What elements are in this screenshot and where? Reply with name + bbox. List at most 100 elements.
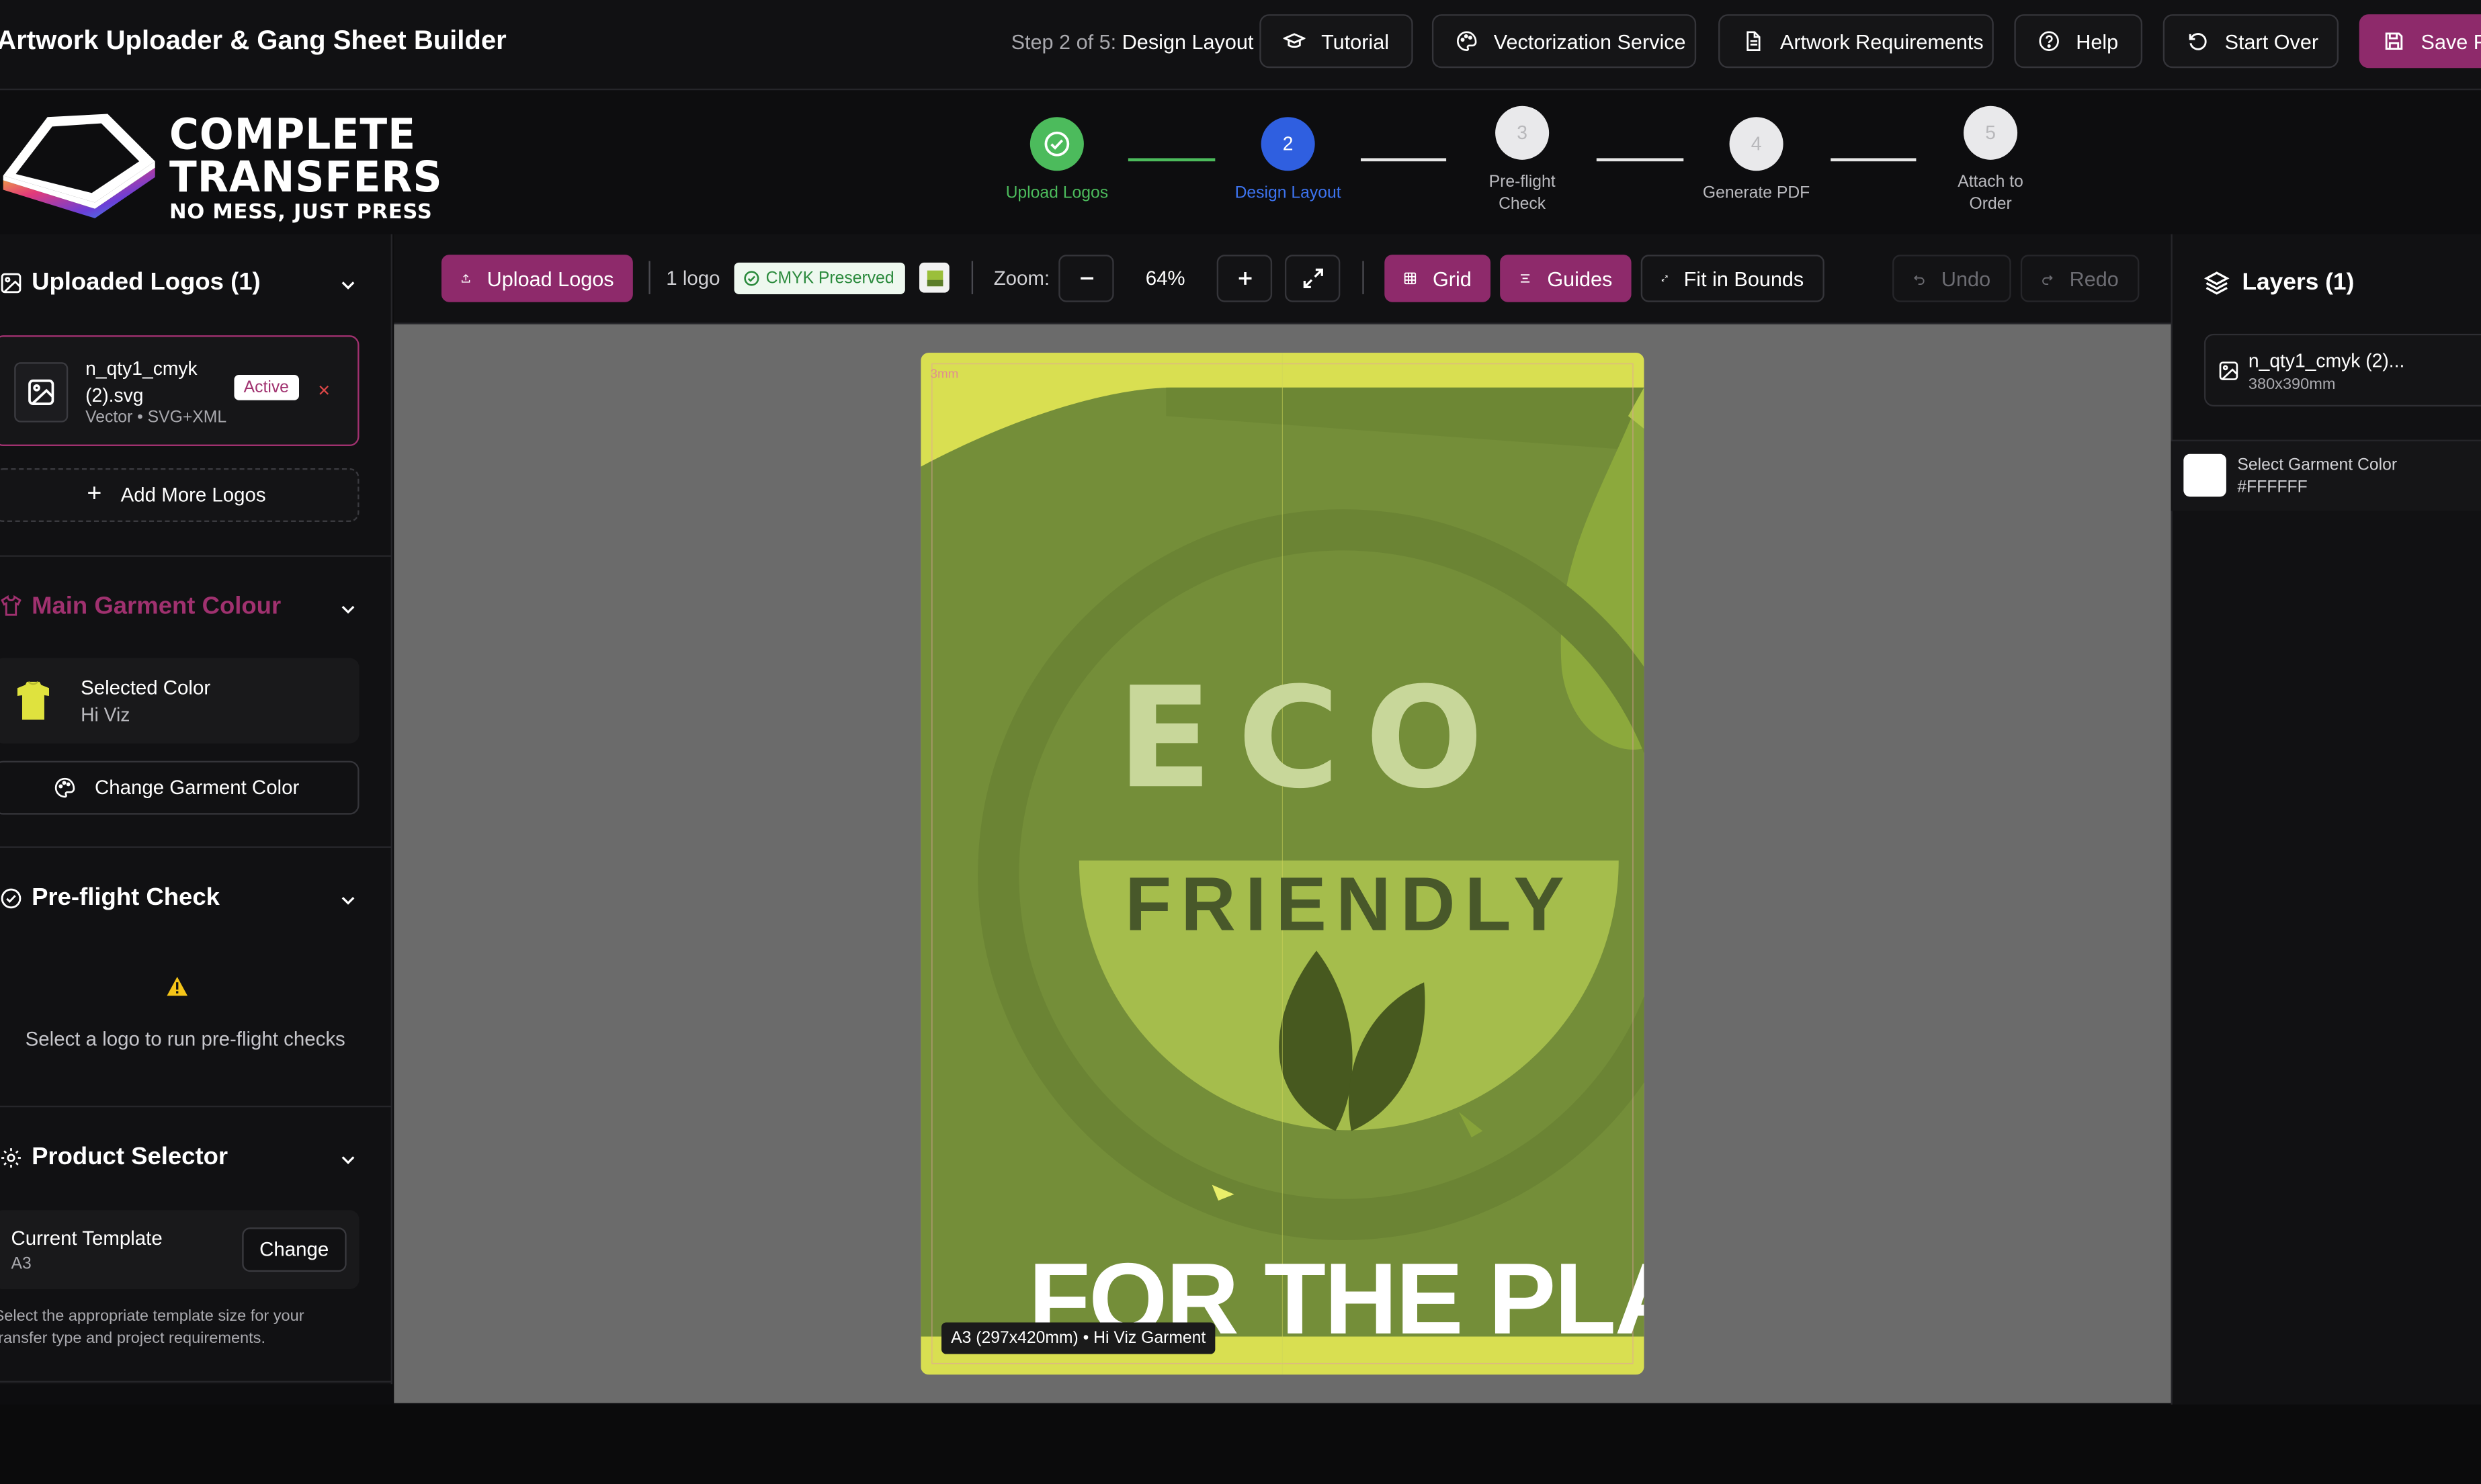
guides-toggle-button[interactable]: Guides — [1500, 255, 1632, 302]
current-template-value: A3 — [11, 1254, 32, 1274]
preflight-message: Select a logo to run pre-flight checks — [25, 1028, 345, 1051]
product-selector-title[interactable]: Product Selector — [32, 1143, 228, 1172]
start-over-button[interactable]: Start Over — [2162, 14, 2339, 69]
add-more-logos-button[interactable]: + Add More Logos — [0, 468, 360, 523]
active-badge: Active — [234, 375, 299, 400]
check-circle-icon — [1, 888, 22, 909]
bottom-area — [0, 1404, 2481, 1484]
save-button[interactable]: Save F — [2359, 14, 2481, 69]
art-word-friendly: FRIENDLY — [1125, 863, 1574, 948]
step-label: Attach to Order — [1958, 172, 2023, 213]
undo-icon — [1914, 275, 1925, 286]
selected-color-name: Hi Viz — [81, 703, 130, 726]
check-circle-icon — [744, 271, 759, 286]
preflight-title[interactable]: Pre-flight Check — [32, 884, 220, 912]
tutorial-button[interactable]: Tutorial — [1259, 14, 1413, 69]
toolbar-separator — [971, 261, 974, 294]
logo-thumbnail — [14, 362, 69, 423]
art-word-eco: ECO — [1117, 656, 1509, 820]
remove-logo-button[interactable]: × — [318, 378, 330, 402]
step-upload-logos[interactable]: Upload Logos — [970, 117, 1144, 205]
step-number: 2 — [1261, 117, 1315, 171]
fit-in-bounds-label: Fit in Bounds — [1683, 266, 1804, 291]
garment-color-label: Select Garment Color — [2237, 455, 2398, 475]
selected-color-card: Selected Color Hi Viz — [0, 658, 360, 744]
complete-transfers-logo — [3, 114, 155, 218]
fit-in-bounds-button[interactable]: Fit in Bounds — [1640, 255, 1824, 302]
minus-icon — [1080, 277, 1093, 280]
tutorial-label: Tutorial — [1321, 29, 1390, 53]
grid-icon — [1404, 272, 1417, 285]
upload-icon — [461, 273, 470, 283]
redo-icon — [2042, 275, 2053, 286]
check-circle-icon — [1029, 117, 1084, 171]
color-preview-toggle[interactable] — [919, 262, 950, 293]
plus-icon: + — [87, 480, 102, 508]
brand-line2: TRANSFERS — [169, 153, 443, 203]
help-button[interactable]: Help — [2014, 14, 2143, 69]
plus-icon — [1238, 271, 1251, 285]
help-label: Help — [2076, 29, 2119, 53]
guides-label: Guides — [1547, 266, 1613, 291]
right-sidebar — [2171, 234, 2481, 1405]
step-number: 3 — [1495, 105, 1550, 160]
change-garment-color-label: Change Garment Color — [94, 777, 300, 799]
redo-label: Redo — [2069, 266, 2119, 291]
vectorization-label: Vectorization Service — [1493, 29, 1686, 53]
vectorization-service-button[interactable]: Vectorization Service — [1431, 14, 1697, 69]
uploaded-logo-card[interactable]: n_qty1_cmyk (2).svg Vector • SVG+XML Act… — [0, 335, 360, 446]
section-divider — [0, 846, 392, 848]
zoom-label: Zoom: — [993, 267, 1050, 290]
toolbar-separator — [1362, 261, 1364, 294]
maximize-icon — [1302, 268, 1322, 289]
change-garment-color-button[interactable]: Change Garment Color — [0, 760, 360, 815]
zoom-value: 64% — [1145, 267, 1185, 290]
uploaded-logos-title[interactable]: Uploaded Logos (1) — [32, 269, 261, 297]
start-over-label: Start Over — [2224, 29, 2319, 53]
bleed-label: 3mm — [930, 367, 959, 382]
chevron-down-icon[interactable] — [339, 275, 358, 294]
requirements-label: Artwork Requirements — [1779, 29, 1984, 53]
layer-item[interactable]: n_qty1_cmyk (2)... 380x390mm — [2203, 333, 2481, 407]
align-center-icon — [1521, 274, 1530, 283]
step-label: Design Layout — [1234, 183, 1341, 203]
garment-color-hex: #FFFFFF — [2237, 478, 2308, 497]
step-attach-to-order[interactable]: 5 Attach to Order — [1904, 105, 2078, 215]
step-name: Design Layout — [1122, 30, 1254, 54]
selected-color-label: Selected Color — [81, 676, 211, 699]
fullscreen-button[interactable] — [1284, 255, 1341, 302]
a3-artboard[interactable]: 3mm ECO FRIENDLY FOR THE PLA — [921, 353, 1644, 1375]
artwork-requirements-button[interactable]: Artwork Requirements — [1718, 14, 1994, 69]
warning-icon — [167, 976, 188, 996]
zoom-out-button[interactable] — [1058, 255, 1114, 302]
palette-icon — [1456, 31, 1477, 51]
image-icon — [2219, 361, 2238, 380]
add-more-label: Add More Logos — [120, 484, 266, 507]
chevron-down-icon[interactable] — [339, 891, 358, 910]
palette-icon — [54, 777, 75, 798]
brand-area: COMPLETE TRANSFERS NO MESS, JUST PRESS — [0, 92, 474, 234]
logo-count: 1 logo — [666, 267, 720, 290]
logo-filename: n_qty1_cmyk (2).svg — [85, 357, 198, 406]
undo-button[interactable]: Undo — [1892, 255, 2011, 302]
step-number: 5 — [1964, 105, 2018, 160]
change-template-button[interactable]: Change — [242, 1227, 347, 1272]
grid-toggle-button[interactable]: Grid — [1384, 255, 1491, 302]
garment-color-picker[interactable]: Select Garment Color #FFFFFF — [2171, 441, 2481, 511]
chevron-down-icon[interactable] — [339, 1150, 358, 1169]
chevron-down-icon[interactable] — [339, 599, 358, 618]
current-template-label: Current Template — [11, 1227, 163, 1250]
image-swatch-icon — [926, 269, 943, 286]
step-pre-flight[interactable]: 3 Pre-flight Check — [1435, 105, 1609, 215]
garment-swatch-icon — [17, 681, 49, 720]
garment-color-swatch[interactable] — [2183, 453, 2226, 497]
step-label: Generate PDF — [1702, 183, 1810, 203]
logo-meta: Vector • SVG+XML — [85, 408, 227, 427]
step-generate-pdf[interactable]: 4 Generate PDF — [1669, 117, 1843, 205]
graduation-cap-icon — [1283, 33, 1306, 48]
redo-button[interactable]: Redo — [2020, 255, 2140, 302]
garment-colour-title[interactable]: Main Garment Colour — [32, 593, 281, 621]
upload-logos-button[interactable]: Upload Logos — [441, 255, 633, 302]
step-design-layout[interactable]: 2 Design Layout — [1201, 117, 1375, 205]
zoom-in-button[interactable] — [1216, 255, 1273, 302]
